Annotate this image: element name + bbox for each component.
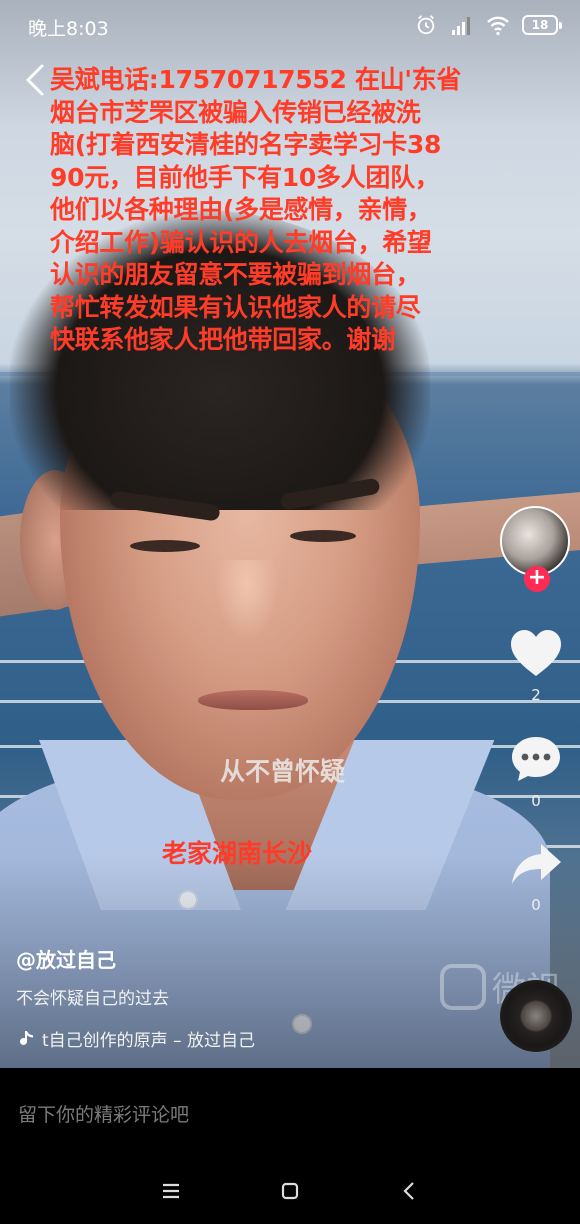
- comment-icon: [512, 737, 560, 781]
- home-icon[interactable]: [273, 1176, 307, 1206]
- back-button[interactable]: [22, 62, 50, 98]
- overlay-message: 吴斌电话:17570717552 在山'东省 烟台市芝罘区被骗入传销已经被洗 脑…: [50, 64, 510, 357]
- author-avatar-group[interactable]: +: [500, 506, 570, 592]
- comment-button[interactable]: 0: [506, 734, 566, 810]
- music-disc-icon[interactable]: [500, 980, 572, 1052]
- menu-icon[interactable]: [154, 1176, 188, 1206]
- overlay-line: 烟台市芝罘区被骗入传销已经被洗: [50, 97, 421, 127]
- heart-icon: [511, 630, 561, 676]
- overlay-line: 快联系他家人把他带回家。谢谢: [50, 325, 396, 354]
- alarm-icon: [417, 15, 435, 35]
- music-info[interactable]: t自己创作的原声 – 放过自己: [16, 1026, 286, 1051]
- status-bar: 晚上8:03 18: [0, 0, 580, 52]
- status-icons: 18: [414, 14, 562, 36]
- status-time: 晚上8:03: [28, 18, 109, 40]
- overlay-line: 90元，目前他手下有10多人团队，: [50, 162, 440, 192]
- overlay-line: 脑(打着西安清桂的名字卖学习卡38: [50, 130, 442, 159]
- video-caption: 不会怀疑自己的过去: [16, 989, 169, 1009]
- comment-placeholder: 留下你的精彩评论吧: [18, 1104, 190, 1126]
- overlay-line: 介绍工作)骗认识的人去烟台，希望: [50, 227, 432, 257]
- hometown-text: 老家湖南长沙: [162, 839, 313, 868]
- weishi-logo-icon: [440, 963, 486, 1010]
- follow-button[interactable]: +: [524, 566, 550, 592]
- back-icon[interactable]: [393, 1176, 427, 1206]
- share-icon: [512, 844, 561, 884]
- wifi-icon: [487, 16, 509, 36]
- overlay-line: 他们以各种理由(多是感情，亲情，: [50, 195, 432, 224]
- comment-input[interactable]: 留下你的精彩评论吧: [0, 1068, 580, 1158]
- system-nav-bar: [0, 1158, 580, 1224]
- battery-icon: 18: [522, 15, 562, 35]
- overlay-line: 帮忙转发如果有认识他家人的请尽: [50, 292, 421, 322]
- music-note-icon: [20, 1030, 33, 1045]
- signal-icon: [452, 17, 470, 35]
- like-count: 2: [531, 686, 541, 704]
- overlay-line: 认识的朋友留意不要被骗到烟台，: [50, 260, 421, 289]
- lyric-subtitle: 从不曾怀疑: [220, 757, 346, 786]
- overlay-line: 吴斌电话:17570717552 在山'东省: [50, 65, 462, 94]
- like-button[interactable]: 2: [506, 628, 566, 704]
- share-button[interactable]: 0: [506, 840, 566, 914]
- author-name[interactable]: @放过自己: [16, 944, 116, 973]
- comment-count: 0: [531, 792, 541, 810]
- share-count: 0: [531, 896, 541, 914]
- music-title: t自己创作的原声 – 放过自己: [42, 1031, 255, 1051]
